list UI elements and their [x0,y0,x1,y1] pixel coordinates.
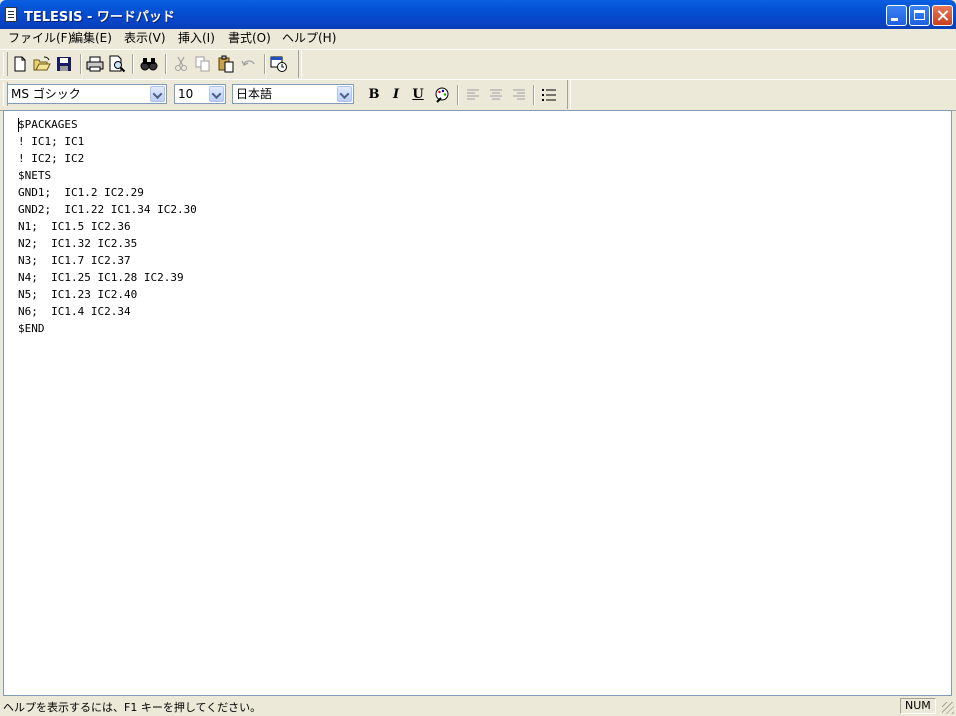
menu-insert[interactable]: 挿入(I) [178,30,215,46]
close-button[interactable] [932,5,953,26]
status-bar: ヘルプを表示するには、F1 キーを押してください。 NUM [0,697,956,716]
minimize-button[interactable] [886,5,907,26]
document-line: ! IC1; IC1 [18,135,85,148]
document-line: N2; IC1.32 IC2.35 [18,237,138,250]
document-line: GND1; IC1.2 IC2.29 [18,186,144,199]
text-color-icon[interactable] [433,86,451,104]
italic-button[interactable]: I [388,86,404,104]
text-caret [18,118,19,132]
document-line: N4; IC1.25 IC1.28 IC2.39 [18,271,184,284]
font-name-select[interactable]: MS ゴシック [7,84,167,104]
status-help-text: ヘルプを表示するには、F1 キーを押してください。 [3,701,262,714]
toolbar-edge [567,80,571,109]
document-line: $END [18,322,45,335]
menu-format[interactable]: 書式(O) [228,30,271,46]
document-line: N5; IC1.23 IC2.40 [18,288,138,301]
open-folder-icon[interactable] [33,55,51,73]
new-document-icon[interactable] [11,55,29,73]
save-icon[interactable] [55,55,73,73]
document-editor[interactable]: $PACKAGES ! IC1; IC1 ! IC2; IC2 $NETS GN… [3,110,952,696]
toolbar-separator [132,54,134,74]
undo-icon[interactable] [240,55,258,73]
print-icon[interactable] [86,55,104,73]
align-left-icon[interactable] [464,86,482,104]
menu-file[interactable]: ファイル(F) [8,30,72,46]
print-preview-icon[interactable] [108,55,126,73]
underline-button[interactable]: U [410,86,426,104]
menu-view[interactable]: 表示(V) [124,30,166,46]
font-name-value: MS ゴシック [11,87,81,101]
maximize-button[interactable] [909,5,930,26]
toolbar-separator [457,85,459,105]
document-line: $NETS [18,169,52,182]
align-right-icon[interactable] [510,86,528,104]
format-toolbar: MS ゴシック 10 日本語 B I U [0,79,956,111]
wordpad-document-icon[interactable] [5,7,17,22]
menu-help[interactable]: ヘルプ(H) [282,30,336,46]
cut-icon[interactable] [172,55,190,73]
document-line: $PACKAGES [18,118,78,131]
toolbar-separator [165,54,167,74]
toolbar-grip[interactable] [3,52,8,76]
num-lock-indicator: NUM [900,698,936,714]
font-size-value: 10 [178,87,194,101]
chevron-down-icon[interactable] [337,86,352,102]
toolbar-edge [298,50,302,78]
bullets-icon[interactable] [540,86,558,104]
document-line: N3; IC1.7 IC2.37 [18,254,131,267]
chevron-down-icon[interactable] [150,86,165,102]
document-line: ! IC2; IC2 [18,152,85,165]
document-line: GND2; IC1.22 IC1.34 IC2.30 [18,203,197,216]
document-line: N1; IC1.5 IC2.36 [18,220,131,233]
bold-button[interactable]: B [366,86,382,104]
standard-toolbar [0,49,956,79]
find-icon[interactable] [140,55,158,73]
copy-icon[interactable] [194,55,212,73]
document-line: N6; IC1.4 IC2.34 [18,305,131,318]
window-title: TELESIS - ワードパッド [24,10,175,25]
toolbar-separator [264,54,266,74]
align-center-icon[interactable] [487,86,505,104]
menu-edit[interactable]: 編集(E) [71,30,112,46]
menu-bar: ファイル(F) 編集(E) 表示(V) 挿入(I) 書式(O) ヘルプ(H) [0,29,956,48]
toolbar-separator [533,85,535,105]
paste-icon[interactable] [217,55,235,73]
script-value: 日本語 [236,87,273,101]
script-select[interactable]: 日本語 [232,84,354,104]
title-bar[interactable]: TELESIS - ワードパッド [0,0,956,29]
document-text[interactable]: $PACKAGES ! IC1; IC1 ! IC2; IC2 $NETS GN… [18,116,197,337]
resize-grip-icon[interactable] [942,702,954,714]
chevron-down-icon[interactable] [209,86,224,102]
font-size-select[interactable]: 10 [174,84,226,104]
toolbar-separator [80,54,82,74]
insert-datetime-icon[interactable] [270,55,288,73]
